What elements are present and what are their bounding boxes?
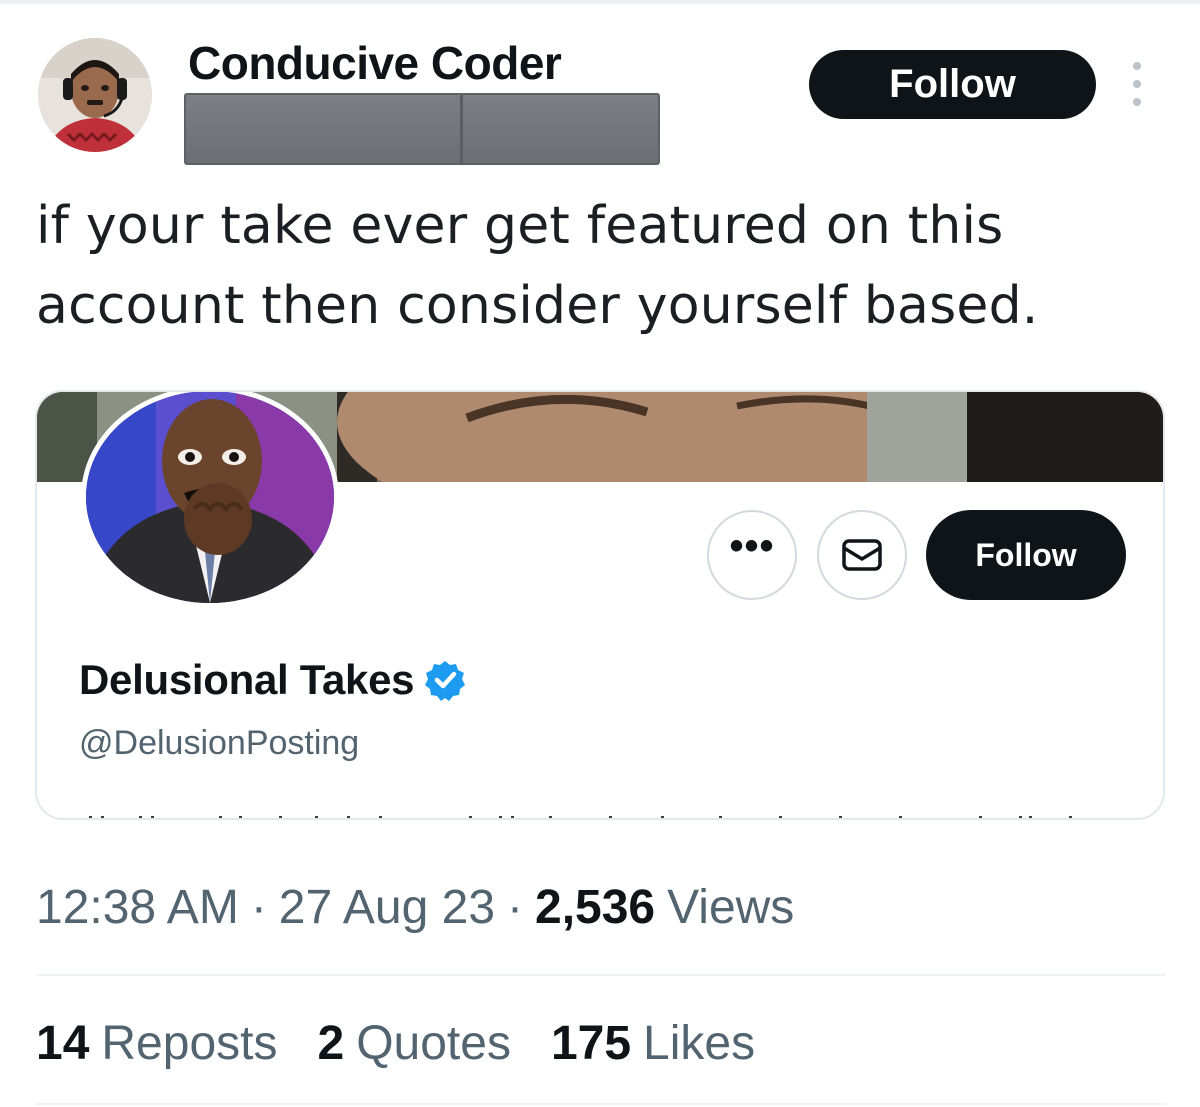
engagement-stats: 14 Reposts 2 Quotes 175 Likes — [36, 1016, 795, 1071]
profile-display-name[interactable]: Delusional Takes — [79, 656, 466, 704]
profile-handle[interactable]: @DelusionPosting — [79, 724, 359, 763]
author-name[interactable]: Conducive Coder — [188, 36, 562, 90]
stats-divider-bottom — [36, 1103, 1166, 1105]
profile-follow-button[interactable]: Follow — [926, 510, 1126, 600]
meta-separator: · — [250, 881, 267, 934]
author-avatar[interactable] — [38, 38, 152, 152]
tweet-time[interactable]: 12:38 AM — [36, 880, 239, 935]
message-button[interactable] — [817, 510, 907, 600]
views-count: 2,536 — [535, 881, 656, 934]
more-vertical-icon[interactable] — [1126, 62, 1148, 106]
reposts-label: Reposts — [101, 1017, 278, 1070]
verified-badge-icon — [425, 661, 466, 701]
more-horizontal-icon[interactable]: ••• — [707, 510, 797, 600]
truncated-bio — [79, 812, 1079, 818]
profile-name-text: Delusional Takes — [79, 656, 415, 703]
follow-button[interactable]: Follow — [809, 50, 1096, 119]
reposts-stat[interactable]: 14 Reposts — [36, 1016, 277, 1071]
redacted-handle — [184, 93, 660, 165]
stats-divider-top — [36, 974, 1166, 976]
quotes-label: Quotes — [356, 1017, 511, 1070]
quotes-stat[interactable]: 2 Quotes — [317, 1016, 510, 1071]
embedded-profile-card[interactable]: ••• Follow Delusional Takes @DelusionPos… — [35, 390, 1165, 820]
profile-avatar[interactable] — [81, 392, 339, 608]
envelope-icon — [842, 539, 882, 571]
meta-separator: · — [507, 881, 523, 934]
tweet-meta: 12:38 AM · 27 Aug 23 · 2,536 Views — [36, 880, 794, 935]
reposts-count: 14 — [36, 1017, 90, 1070]
likes-count: 175 — [550, 1017, 632, 1070]
tweet-date[interactable]: 27 Aug 23 — [279, 880, 495, 935]
tweet-text: if your take ever get featured on this a… — [36, 196, 1039, 336]
likes-stat[interactable]: 175 Likes — [551, 1016, 755, 1071]
views-label: Views — [667, 881, 795, 934]
more-label: ••• — [729, 524, 775, 568]
likes-label: Likes — [643, 1017, 756, 1070]
quotes-count: 2 — [317, 1017, 345, 1070]
top-divider — [0, 0, 1200, 4]
